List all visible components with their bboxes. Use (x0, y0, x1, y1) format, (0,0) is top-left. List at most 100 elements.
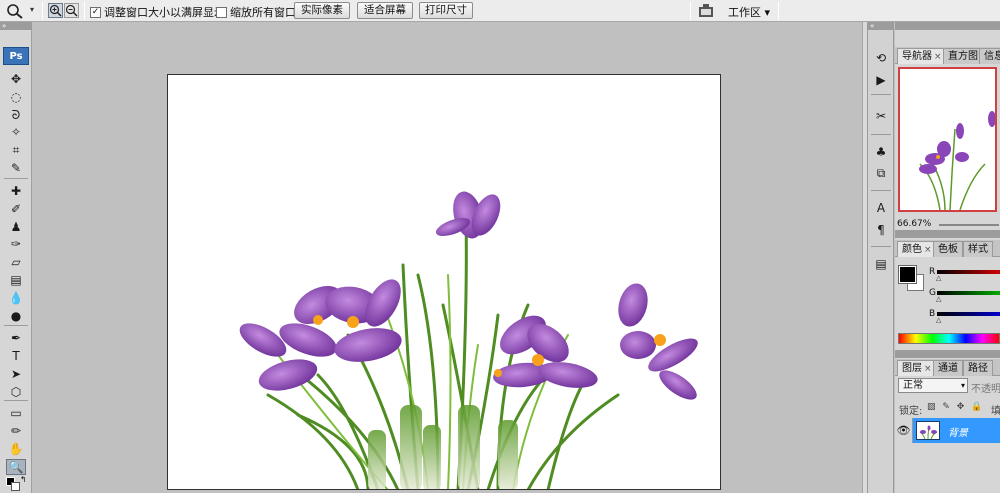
healing-brush-tool-icon[interactable]: ✚ (6, 183, 26, 199)
magic-wand-tool-icon[interactable]: ✧ (6, 124, 26, 140)
close-icon[interactable]: × (924, 364, 932, 374)
zoom-tool-icon[interactable] (6, 3, 24, 19)
dodge-tool-icon[interactable]: ● (6, 308, 26, 324)
clone-stamp-tool-icon[interactable]: ♟ (6, 219, 26, 235)
navigator-zoom-slider[interactable] (939, 224, 999, 226)
zoom-tool-icon[interactable]: 🔍 (6, 459, 26, 475)
tab-channels[interactable]: 通道 (933, 360, 963, 376)
tool-preset-dropdown-icon[interactable]: ▾ (30, 5, 34, 14)
print-size-button[interactable]: 打印尺寸 (419, 2, 473, 19)
tab-label: 样式 (968, 244, 988, 255)
tool-presets-icon[interactable]: ✂ (872, 108, 890, 124)
zoom-all-windows-checkbox[interactable]: 缩放所有窗口 (216, 4, 296, 20)
character-icon[interactable]: A (872, 200, 890, 216)
panel-group-header[interactable] (895, 22, 1000, 30)
resize-windows-checkbox[interactable]: ✓ 调整窗口大小以满屏显示 (90, 4, 225, 20)
brush-tool-icon[interactable]: ✐ (6, 201, 26, 217)
gradient-tool-icon[interactable]: ▤ (6, 272, 26, 288)
tab-styles[interactable]: 样式 (963, 241, 993, 257)
slice-tool-icon[interactable]: ✎ (6, 160, 26, 176)
zoom-out-button[interactable] (64, 3, 79, 18)
blur-tool-icon[interactable]: 💧 (6, 290, 26, 306)
red-channel-slider[interactable] (937, 270, 1000, 274)
workspace-menu[interactable]: 工作区 ▾ (728, 4, 770, 20)
crocus-flowers-image (239, 191, 698, 489)
slider-handle-icon[interactable]: △ (936, 316, 941, 324)
panel-group-header[interactable] (895, 230, 1000, 238)
tab-label: 直方图 (948, 51, 978, 62)
eyedropper-tool-icon[interactable]: ✏ (6, 423, 26, 439)
pen-tool-icon[interactable]: ✒ (6, 330, 26, 346)
foreground-color-swatch[interactable] (898, 265, 917, 284)
checkbox-checked-icon: ✓ (90, 6, 101, 18)
marquee-tool-icon[interactable]: ◌ (6, 89, 26, 105)
green-channel-slider[interactable] (937, 291, 1000, 295)
dock-separator (871, 94, 891, 95)
notes-tool-icon[interactable]: ▭ (6, 405, 26, 421)
clone-source-icon[interactable]: ⧉ (872, 165, 890, 181)
checkbox-unchecked-icon (216, 6, 227, 18)
type-tool-icon[interactable]: T (6, 348, 26, 364)
tab-label: 导航器 (902, 51, 932, 62)
eye-icon[interactable]: 👁 (895, 418, 913, 443)
dock-separator (871, 190, 891, 191)
path-selection-tool-icon[interactable]: ➤ (6, 366, 26, 382)
hand-tool-icon[interactable]: ✋ (6, 441, 26, 457)
layer-comps-icon[interactable]: ▤ (872, 256, 890, 272)
tab-label: 颜色 (902, 244, 922, 255)
toolbox-collapse-handle[interactable]: » (0, 22, 32, 30)
tab-navigator[interactable]: 导航器 × (897, 48, 947, 64)
panel-group-header[interactable] (895, 350, 1000, 358)
toolbox-separator (4, 178, 28, 179)
move-tool-icon[interactable]: ✥ (6, 71, 26, 87)
brushes-icon[interactable]: ♣ (872, 144, 890, 160)
navigator-preview[interactable] (898, 67, 997, 212)
close-icon[interactable]: × (934, 52, 942, 62)
close-icon[interactable]: × (924, 245, 932, 255)
tab-label: 图层 (902, 363, 922, 374)
dock-separator (871, 246, 891, 247)
tab-paths[interactable]: 路径 (963, 360, 993, 376)
tab-histogram[interactable]: 直方图 (943, 48, 983, 64)
workspace-icon[interactable] (697, 3, 715, 19)
opacity-label: 不透明 (971, 384, 1000, 395)
document-canvas[interactable] (167, 74, 721, 490)
actual-pixels-button[interactable]: 实际像素 (294, 2, 350, 19)
photoshop-logo: Ps (3, 47, 29, 65)
crop-tool-icon[interactable]: ⌗ (6, 142, 26, 158)
history-icon[interactable]: ⟲ (872, 50, 890, 66)
zoom-all-windows-label: 缩放所有窗口 (230, 6, 296, 19)
layers-tabs: 图层 × 通道 路径 (895, 359, 1000, 376)
layer-name[interactable]: 背景 (948, 424, 968, 439)
color-swap-icon[interactable]: ↰ (6, 475, 27, 491)
tab-label: 色板 (938, 244, 958, 255)
navigator-zoom-value[interactable]: 66.67% (897, 219, 931, 229)
fill-label: 填 (991, 406, 1000, 417)
blend-mode-select[interactable]: 正常 ▾ (898, 378, 968, 393)
color-tabs: 颜色 × 色板 样式 (895, 240, 1000, 257)
resize-windows-label: 调整窗口大小以满屏显示 (104, 6, 225, 19)
tab-info[interactable]: 信息 (979, 48, 1000, 64)
dock-collapse-handle[interactable]: « (868, 22, 894, 30)
actions-icon[interactable]: ▶ (872, 72, 890, 88)
options-bar: ▾ ✓ 调整窗口大小以满屏显示 缩放所有窗口 实际像素 适合屏幕 打印尺寸 工作… (0, 0, 1000, 22)
tab-color[interactable]: 颜色 × (897, 241, 937, 257)
blend-mode-value: 正常 (903, 380, 923, 391)
lock-icons[interactable]: ▨ ✎ ✥ 🔒 (927, 402, 984, 412)
tab-swatches[interactable]: 色板 (933, 241, 963, 257)
slider-handle-icon[interactable]: △ (936, 295, 941, 303)
separator (690, 2, 691, 20)
eraser-tool-icon[interactable]: ▱ (6, 254, 26, 270)
slider-handle-icon[interactable]: △ (936, 274, 941, 282)
fit-screen-button[interactable]: 适合屏幕 (357, 2, 413, 19)
lasso-tool-icon[interactable]: ᘐ (6, 107, 26, 123)
color-spectrum[interactable] (898, 333, 1000, 344)
tab-layers[interactable]: 图层 × (897, 360, 937, 376)
shape-tool-icon[interactable]: ⬡ (6, 384, 26, 400)
zoom-in-button[interactable] (48, 3, 63, 18)
history-brush-tool-icon[interactable]: ✑ (6, 236, 26, 252)
toolbox: » Ps ✥ ◌ ᘐ ✧ ⌗ ✎ ✚ ✐ ♟ ✑ ▱ ▤ 💧 ● ✒ T ➤ ⬡ ▭ ✏ ✋ 🔍 ↰ (0, 22, 32, 493)
blue-channel-slider[interactable] (937, 312, 1000, 316)
lock-label: 锁定: (899, 406, 923, 417)
paragraph-icon[interactable]: ¶ (872, 222, 890, 238)
